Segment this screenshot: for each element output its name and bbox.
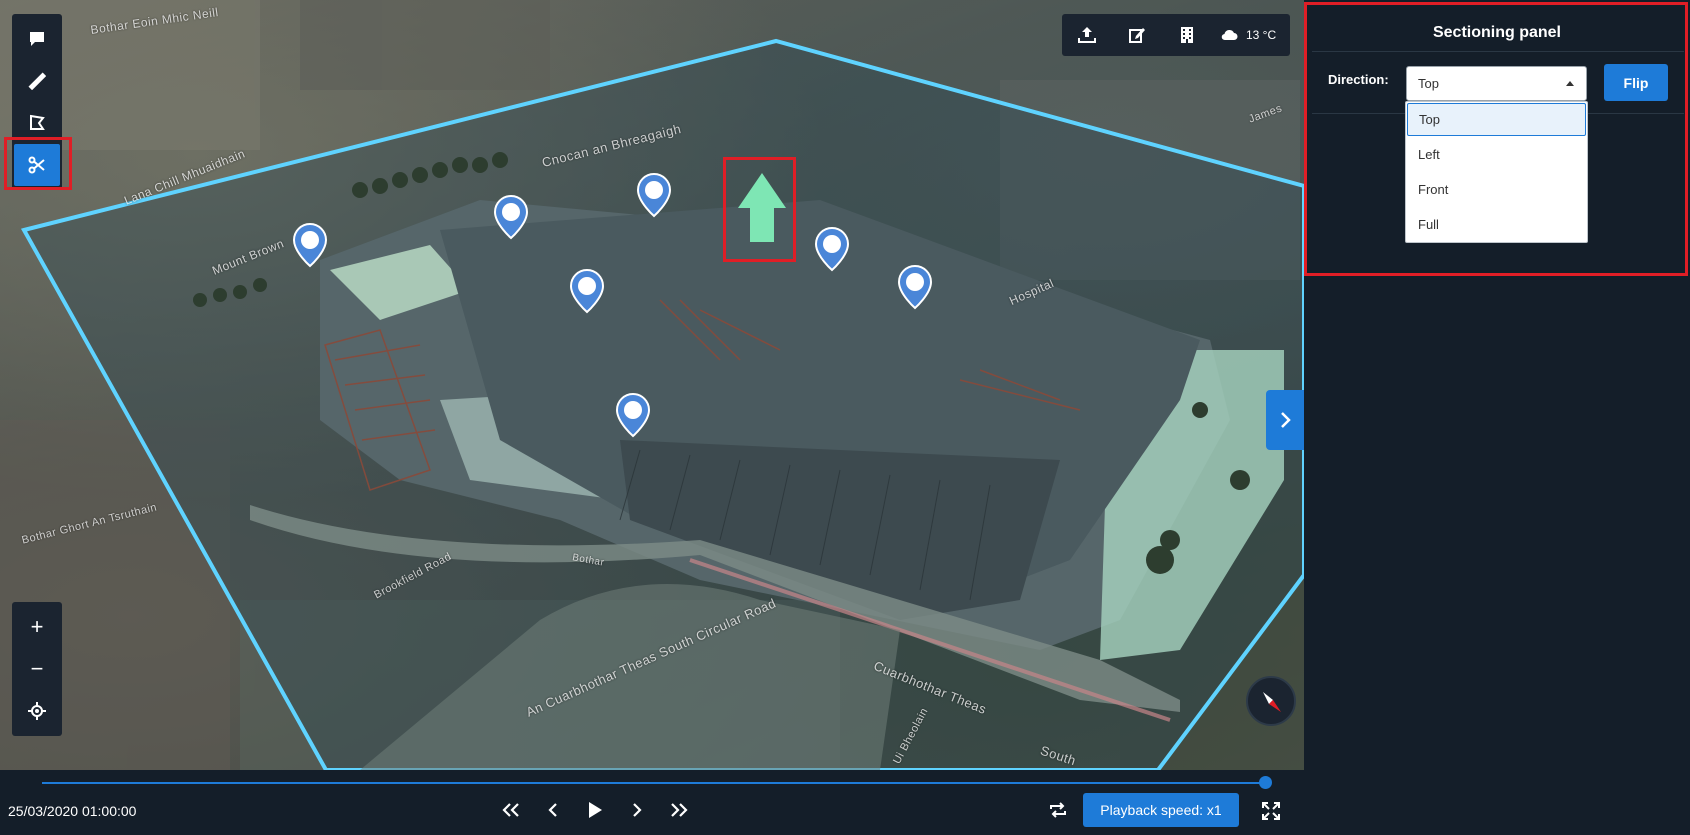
timeline-track[interactable] (42, 782, 1266, 784)
upload-button[interactable] (1062, 14, 1112, 56)
ruler-icon (28, 72, 46, 90)
direction-select-value: Top (1418, 76, 1439, 91)
direction-option-left[interactable]: Left (1406, 137, 1587, 172)
direction-option-top[interactable]: Top (1407, 103, 1586, 136)
crosshair-icon (28, 702, 46, 720)
chevron-left-icon (548, 803, 557, 817)
fullscreen-button[interactable] (1257, 798, 1285, 824)
zoom-toolbar: + − (12, 602, 62, 736)
map-viewport[interactable]: Bothar Eoin Mhic Neill Cnocan an Bhreaga… (0, 0, 1304, 770)
arrow-highlight-frame (723, 157, 796, 262)
fullscreen-icon (1262, 802, 1280, 820)
building-icon (1181, 27, 1193, 43)
step-forward-button[interactable] (624, 794, 650, 826)
direction-select[interactable]: Top (1406, 66, 1587, 101)
divider (1312, 51, 1684, 52)
playback-controls (498, 794, 692, 826)
weather-indicator: 13 °C (1212, 14, 1290, 56)
compass-needle-icon (1263, 692, 1281, 712)
polygon-icon (30, 114, 45, 130)
direction-dropdown: Top Left Front Full (1405, 101, 1588, 243)
cloud-icon (1221, 29, 1238, 41)
playback-speed-button[interactable]: Playback speed: x1 (1083, 793, 1239, 827)
direction-label: Direction: (1328, 72, 1389, 87)
step-back-button[interactable] (540, 794, 566, 826)
double-chevron-right-icon (671, 803, 688, 817)
direction-option-front[interactable]: Front (1406, 172, 1587, 207)
upload-icon (1078, 27, 1096, 43)
locate-button[interactable] (12, 690, 62, 732)
top-toolbar: 13 °C (1062, 14, 1291, 56)
timeline-knob[interactable] (1259, 776, 1272, 789)
comment-icon (30, 32, 44, 46)
panel-title: Sectioning panel (1432, 24, 1561, 41)
play-button[interactable] (582, 794, 608, 826)
zoom-in-button[interactable]: + (12, 606, 62, 648)
direction-option-full[interactable]: Full (1406, 207, 1587, 242)
building-button[interactable] (1162, 14, 1212, 56)
flip-button[interactable]: Flip (1604, 64, 1668, 101)
chevron-right-icon (1281, 412, 1291, 428)
tool-highlight-frame (4, 137, 72, 190)
repeat-icon (1050, 802, 1066, 818)
zoom-out-button[interactable]: − (12, 648, 62, 690)
timeline-datetime: 25/03/2020 01:00:00 (8, 803, 137, 819)
skip-forward-button[interactable] (666, 794, 692, 826)
measure-tool-button[interactable] (12, 60, 62, 102)
edit-button[interactable] (1112, 14, 1162, 56)
double-chevron-left-icon (502, 803, 519, 817)
loop-button[interactable] (1044, 798, 1072, 822)
caret-up-icon (1566, 81, 1574, 86)
skip-back-button[interactable] (498, 794, 524, 826)
timeline-bar: 25/03/2020 01:00:00 Playback speed: x1 (0, 770, 1304, 835)
play-icon (589, 802, 602, 818)
compass[interactable] (1246, 676, 1296, 726)
edit-icon (1129, 28, 1145, 43)
temperature-label: 13 °C (1246, 28, 1277, 42)
comment-tool-button[interactable] (12, 18, 62, 60)
chevron-right-icon (633, 803, 642, 817)
expand-panel-button[interactable] (1266, 390, 1304, 450)
